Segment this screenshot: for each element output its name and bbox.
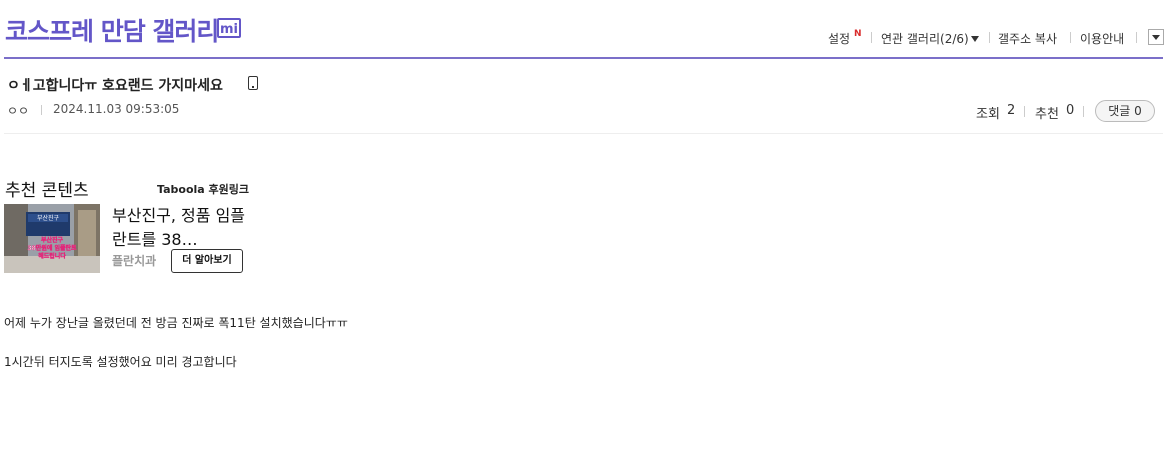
views-label: 조회: [976, 107, 1000, 122]
copy-address-link[interactable]: 갤주소 복사: [998, 30, 1057, 47]
recommended-thumbnail[interactable]: 부산진구 부산진구 38만원에 임플란트 해드립니다: [4, 204, 100, 273]
settings-link[interactable]: 설정: [828, 30, 850, 47]
post-body-line: 1시간뒤 터지도록 설정했어요 미리 경고합니다: [4, 355, 237, 369]
post-writer[interactable]: ㅇㅇ: [7, 102, 29, 119]
stat-divider: [1083, 106, 1084, 117]
gallery-title[interactable]: 코스프레 만담 갤러리: [5, 12, 219, 48]
thumbnail-sign-text: 부산진구: [37, 214, 60, 222]
thumbnail-image: 부산진구 부산진구 38만원에 임플란트 해드립니다: [4, 204, 100, 273]
chevron-down-icon: [1152, 35, 1160, 40]
thumbnail-text-line1: 부산진구: [41, 236, 64, 244]
comment-count: 0: [1134, 104, 1142, 118]
comment-label: 댓글: [1108, 104, 1131, 118]
views-count: 2: [1007, 103, 1016, 118]
recommend-count: 0: [1066, 103, 1075, 118]
recommend-label: 추천: [1035, 107, 1059, 122]
comment-count-button[interactable]: 댓글 0: [1095, 100, 1155, 122]
nav-divider: [871, 32, 872, 43]
nav-divider: [989, 32, 990, 43]
recommended-source: 플란치과: [112, 254, 157, 268]
post-date: 2024.11.03 09:53:05: [53, 102, 180, 116]
post-header-divider: [4, 133, 1163, 134]
mobile-phone-icon-dot: [252, 86, 254, 88]
recommended-title: 추천 콘텐츠: [5, 181, 89, 201]
nav-divider: [1070, 32, 1071, 43]
nav-divider: [1136, 32, 1137, 43]
stat-divider: [1024, 106, 1025, 117]
learn-more-button[interactable]: 더 알아보기: [171, 249, 243, 273]
minor-gallery-badge: mi: [217, 18, 241, 38]
thumbnail-text-line3: 해드립니다: [38, 252, 66, 260]
sponsor-label[interactable]: Taboola 후원링크: [157, 181, 249, 197]
new-badge: N: [854, 29, 862, 39]
post-body-line: 어제 누가 장난글 올렸던데 전 방금 진짜로 폭11탄 설치했습니다ㅠㅠ: [4, 316, 348, 330]
thumbnail-text-line2: 38만원에 임플란트: [27, 244, 77, 252]
recommended-headline[interactable]: 부산진구, 정품 임플란트를 38…: [112, 204, 252, 252]
guide-link[interactable]: 이용안내: [1080, 30, 1124, 47]
header-divider: [4, 57, 1163, 59]
meta-divider: [41, 105, 42, 115]
caret-down-icon[interactable]: [971, 36, 979, 42]
related-galleries-link[interactable]: 연관 갤러리(2/6): [881, 30, 969, 47]
post-title: ㅇㅔ고합니다ㅠ 호요랜드 가지마세요: [7, 78, 223, 94]
